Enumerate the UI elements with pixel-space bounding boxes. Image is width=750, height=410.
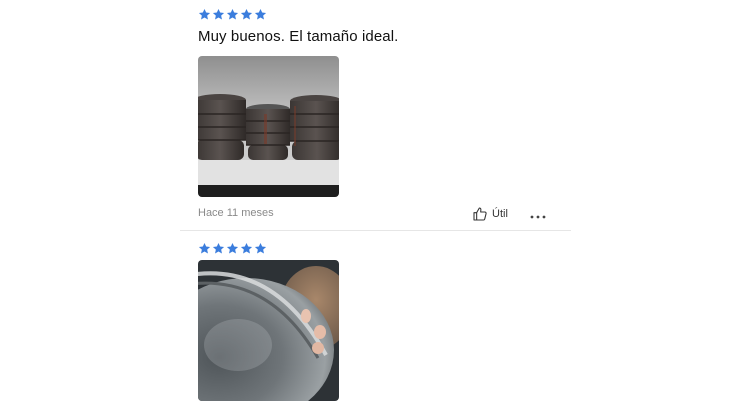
star-icon — [198, 242, 211, 255]
review-card: Muy buenos. El tamaño ideal. Hace 11 mes… — [198, 6, 570, 224]
star-icon — [212, 242, 225, 255]
helpful-label: Útil — [492, 208, 508, 220]
review-photo-bowls[interactable] — [198, 56, 339, 197]
star-icon — [226, 8, 239, 21]
star-icon — [254, 242, 267, 255]
star-rating — [198, 240, 570, 256]
more-options-button[interactable] — [530, 206, 546, 224]
review-divider — [180, 230, 571, 231]
review-meta: Hace 11 meses Útil — [198, 206, 570, 224]
more-horizontal-icon — [530, 206, 546, 224]
reviews-page: Muy buenos. El tamaño ideal. Hace 11 mes… — [0, 0, 750, 410]
star-icon — [212, 8, 225, 21]
star-icon — [226, 242, 239, 255]
star-icon — [240, 8, 253, 21]
review-text: Muy buenos. El tamaño ideal. — [198, 28, 399, 45]
star-rating — [198, 6, 570, 22]
star-icon — [254, 8, 267, 21]
helpful-button[interactable]: Útil — [472, 206, 508, 222]
review-timestamp: Hace 11 meses — [198, 207, 274, 219]
review-card — [198, 240, 570, 401]
thumbs-up-icon — [472, 206, 488, 222]
star-icon — [198, 8, 211, 21]
review-photo-pan[interactable] — [198, 260, 339, 401]
star-icon — [240, 242, 253, 255]
